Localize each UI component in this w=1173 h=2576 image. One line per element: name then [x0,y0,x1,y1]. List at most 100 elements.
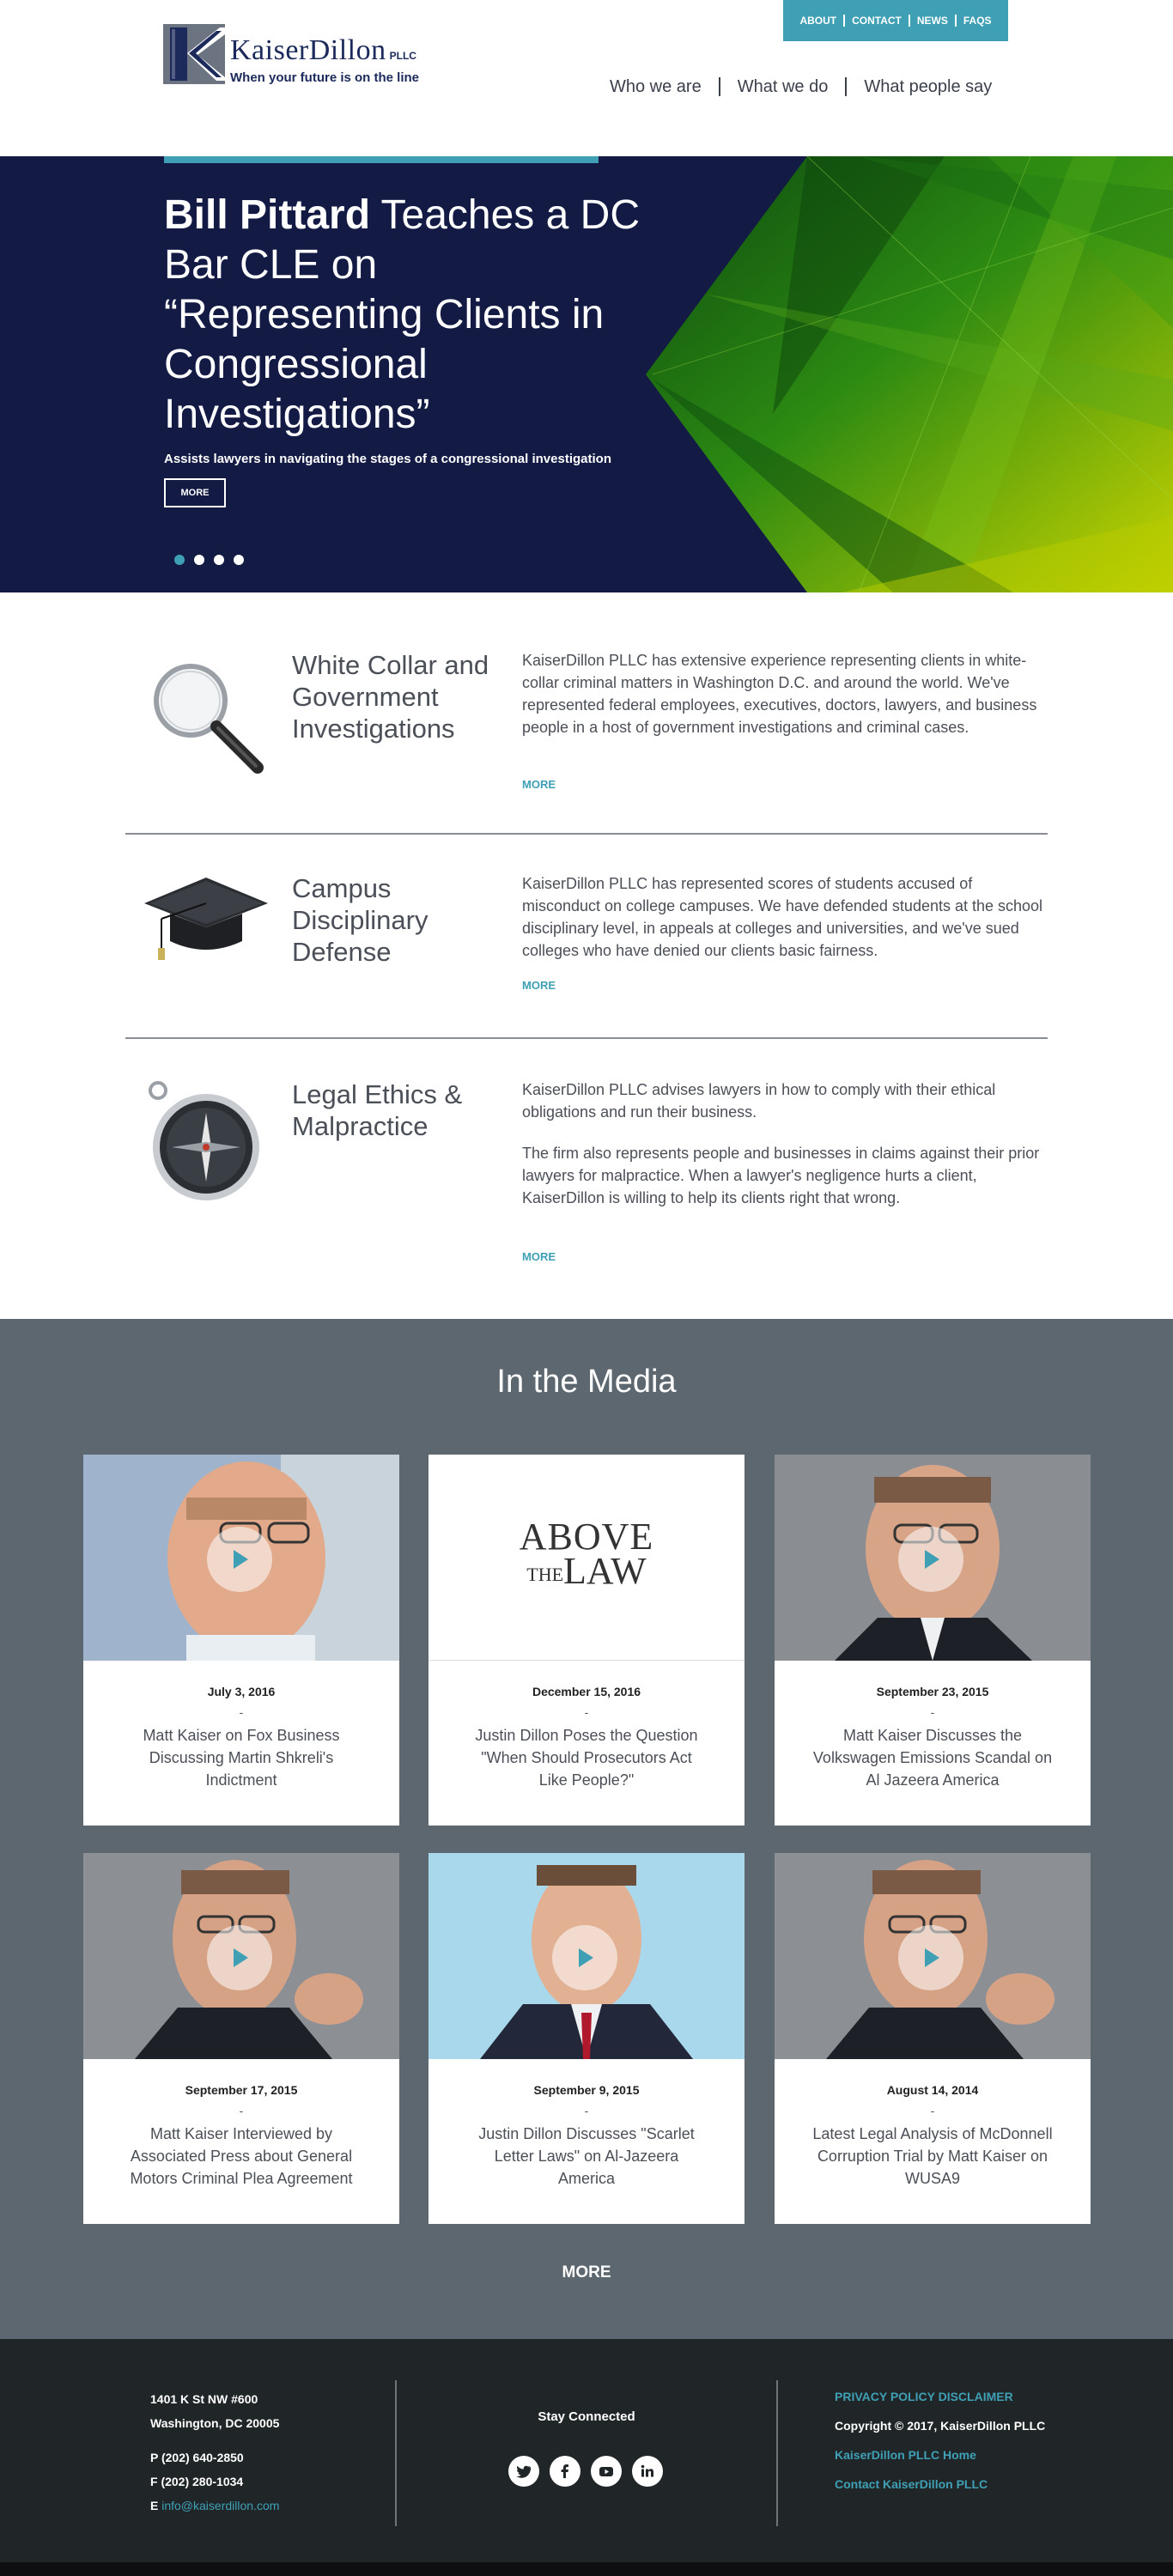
footer-contact-link[interactable]: Contact KaiserDillon PLLC [835,2470,1045,2499]
nav-who-we-are[interactable]: Who we are [593,77,720,96]
media-more-button[interactable]: MORE [544,2263,629,2282]
slider-dot-2[interactable] [194,555,204,565]
utility-link-news[interactable]: NEWS [910,15,957,27]
footer-contact-info: 1401 K St NW #600 Washington, DC 20005 P… [150,2387,279,2518]
copyright-text: Copyright © 2017, KaiserDillon PLLC [835,2419,1046,2433]
utility-link-contact[interactable]: CONTACT [845,15,910,27]
footer-divider [776,2380,778,2526]
media-title-link[interactable]: Matt Kaiser on Fox Business Discussing M… [121,1724,362,1791]
video-thumbnail[interactable] [83,1455,399,1661]
email-link[interactable]: info@kaiserdillon.com [161,2499,279,2512]
media-title-link[interactable]: Justin Dillon Poses the Question "When S… [466,1724,707,1791]
practice-description: KaiserDillon PLLC advises lawyers in how… [522,1078,1048,1228]
media-title-link[interactable]: Justin Dillon Discusses "Scarlet Letter … [466,2123,707,2190]
logo-tagline: When your future is on the line [230,70,420,85]
media-card[interactable]: July 3, 2016 - Matt Kaiser on Fox Busine… [83,1455,399,1826]
nav-what-we-do[interactable]: What we do [720,77,848,96]
media-separator: - [930,2104,935,2117]
video-thumbnail[interactable] [775,1853,1091,2059]
magnifying-glass-icon [137,649,275,787]
phone-number: P (202) 640-2850 [150,2451,244,2464]
fax-number: F (202) 280-1034 [150,2475,244,2488]
play-button-icon[interactable] [207,1527,272,1592]
practice-title: White Collar and Government Investigatio… [292,650,489,744]
media-card[interactable]: August 14, 2014 - Latest Legal Analysis … [775,1853,1091,2224]
graduation-cap-icon [137,872,275,1010]
footer-bottom-bar [0,2562,1173,2576]
media-date: September 23, 2015 [876,1685,989,1698]
hero-title: Bill Pittard Teaches a DC Bar CLE on “Re… [164,191,645,440]
logo-line-2a: THE [526,1563,564,1585]
logo-line-1: ABOVE [519,1516,654,1558]
site-footer: 1401 K St NW #600 Washington, DC 20005 P… [0,2339,1173,2562]
practice-more-link[interactable]: MORE [522,1250,556,1263]
logo-name: KaiserDillon [230,34,386,66]
hero-slider: Bill Pittard Teaches a DC Bar CLE on “Re… [0,156,1173,592]
stay-connected-label: Stay Connected [538,2409,635,2424]
practice-white-collar: White Collar and Government Investigatio… [125,649,1048,795]
play-button-icon[interactable] [207,1925,272,1990]
media-date: July 3, 2016 [207,1685,276,1698]
site-header: KaiserDillon PLLC When your future is on … [0,0,1173,156]
youtube-icon[interactable] [591,2456,622,2487]
footer-links: PRIVACY POLICY DISCLAIMER Copyright © 20… [835,2382,1045,2499]
video-thumbnail[interactable] [428,1853,745,2059]
media-section-title: In the Media [496,1364,677,1400]
logo-line-2b: LAW [563,1550,647,1592]
utility-nav: ABOUT CONTACT NEWS FAQS [783,0,1008,41]
utility-link-about[interactable]: ABOUT [793,15,846,27]
privacy-policy-link[interactable]: PRIVACY POLICY DISCLAIMER [835,2382,1045,2411]
slider-dot-4[interactable] [234,555,244,565]
media-date: December 15, 2016 [532,1685,641,1698]
slider-dot-1[interactable] [174,555,185,565]
practice-more-link[interactable]: MORE [522,778,556,791]
media-date: September 17, 2015 [185,2083,298,2097]
twitter-icon[interactable] [508,2456,539,2487]
nav-what-people-say[interactable]: What people say [847,77,1009,96]
media-card[interactable]: September 17, 2015 - Matt Kaiser Intervi… [83,1853,399,2224]
email-prefix: E [150,2499,162,2512]
compass-icon [137,1078,275,1216]
media-title-link[interactable]: Matt Kaiser Discusses the Volkswagen Emi… [812,1724,1053,1791]
hero-accent-bar [164,156,599,163]
practice-legal-ethics: Legal Ethics & Malpractice KaiserDillon … [125,1078,1048,1267]
practice-description: KaiserDillon PLLC has extensive experien… [522,649,1048,757]
media-section: In the Media July 3, 2016 - Matt Kaiser … [0,1319,1173,2339]
practice-paragraph: KaiserDillon PLLC has extensive experien… [522,652,1037,736]
footer-home-link[interactable]: KaiserDillon PLLC Home [835,2440,1045,2470]
slider-dot-3[interactable] [214,555,224,565]
play-button-icon[interactable] [898,1527,963,1592]
practice-paragraph: KaiserDillon PLLC advises lawyers in how… [522,1081,996,1121]
section-divider [125,833,1048,835]
play-button-icon[interactable] [552,1925,617,1990]
hero-more-button[interactable]: MORE [164,478,226,507]
practice-title: Campus Disciplinary Defense [292,873,428,967]
linkedin-icon[interactable] [632,2456,663,2487]
address-line-2: Washington, DC 20005 [150,2416,280,2430]
media-card[interactable]: ABOVE THELAW December 15, 2016 - Justin … [428,1455,745,1826]
media-title-link[interactable]: Matt Kaiser Interviewed by Associated Pr… [121,2123,362,2190]
above-the-law-logo[interactable]: ABOVE THELAW [428,1455,745,1661]
media-separator: - [584,1705,589,1719]
media-title-link[interactable]: Latest Legal Analysis of McDonnell Corru… [812,2123,1053,2190]
facebook-icon[interactable] [550,2456,580,2487]
media-card[interactable]: September 9, 2015 - Justin Dillon Discus… [428,1853,745,2224]
play-button-icon[interactable] [898,1925,963,1990]
media-separator: - [930,1705,935,1719]
media-date: September 9, 2015 [533,2083,640,2097]
section-divider [125,1037,1048,1039]
practice-more-link[interactable]: MORE [522,979,556,992]
media-card[interactable]: September 23, 2015 - Matt Kaiser Discuss… [775,1455,1091,1826]
practice-description: KaiserDillon PLLC has represented scores… [522,872,1048,981]
video-thumbnail[interactable] [83,1853,399,2059]
site-logo[interactable]: KaiserDillon PLLC When your future is on … [163,24,419,85]
hero-subtitle: Assists lawyers in navigating the stages… [164,452,611,466]
practice-paragraph: KaiserDillon PLLC has represented scores… [522,875,1043,959]
media-separator: - [584,2104,589,2117]
video-thumbnail[interactable] [775,1455,1091,1661]
practice-paragraph: The firm also represents people and busi… [522,1145,1040,1206]
social-links [508,2456,663,2487]
main-nav: Who we are What we do What people say [593,77,1009,96]
utility-link-faqs[interactable]: FAQS [957,15,999,27]
address-line-1: 1401 K St NW #600 [150,2392,258,2406]
